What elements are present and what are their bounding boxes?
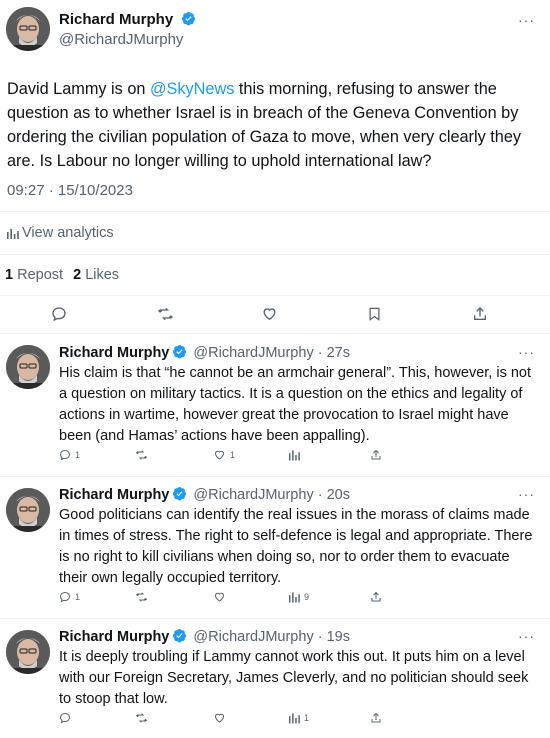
reply-icon bbox=[59, 712, 71, 724]
more-icon[interactable]: ··· bbox=[518, 12, 535, 28]
avatar[interactable] bbox=[6, 630, 50, 674]
repost-icon bbox=[136, 592, 147, 602]
mention-link[interactable]: @SkyNews bbox=[150, 80, 234, 98]
tweet-text-part: David Lammy is on bbox=[7, 80, 150, 98]
engagement-stats: 1 Repost 2 Likes bbox=[5, 267, 119, 283]
repost-button[interactable] bbox=[157, 306, 174, 322]
like-button[interactable] bbox=[261, 306, 278, 322]
like-icon bbox=[214, 592, 225, 602]
views-icon bbox=[289, 450, 300, 461]
reply-text: His claim is that “he cannot be an armch… bbox=[59, 365, 532, 444]
like-count: 1 bbox=[230, 450, 236, 460]
avatar-photo bbox=[6, 345, 50, 389]
divider bbox=[0, 333, 550, 334]
views-button[interactable]: 1 bbox=[289, 712, 309, 724]
avatar[interactable] bbox=[6, 488, 50, 532]
author-name[interactable]: Richard Murphy bbox=[59, 629, 169, 645]
like-icon bbox=[263, 308, 276, 321]
author-name[interactable]: Richard Murphy bbox=[59, 345, 169, 361]
like-button[interactable] bbox=[213, 712, 230, 724]
more-icon[interactable]: ··· bbox=[518, 628, 535, 644]
divider bbox=[0, 211, 550, 212]
reply-count: 1 bbox=[75, 450, 81, 460]
reposts-stat[interactable]: 1 Repost bbox=[5, 267, 63, 283]
reply-count: 1 bbox=[75, 592, 81, 602]
author-name[interactable]: Richard Murphy bbox=[59, 487, 169, 503]
divider bbox=[0, 254, 550, 255]
verified-badge-icon bbox=[173, 344, 187, 359]
repost-count: 1 bbox=[5, 267, 14, 283]
reply-icon bbox=[52, 307, 66, 322]
reply-text: It is deeply troubling if Lammy cannot w… bbox=[59, 649, 529, 707]
reply-icon bbox=[59, 449, 71, 461]
avatar[interactable] bbox=[6, 345, 50, 389]
reply-header: Richard Murphy @RichardJMurphy · 19s bbox=[59, 628, 350, 645]
reply-text: Good politicians can identify the real i… bbox=[59, 507, 533, 586]
repost-button[interactable] bbox=[135, 591, 152, 603]
share-button[interactable] bbox=[370, 712, 382, 724]
reply-button[interactable]: 1 bbox=[59, 591, 80, 603]
author-handle[interactable]: @RichardJMurphy bbox=[59, 31, 183, 48]
share-icon bbox=[371, 712, 381, 723]
handle-time[interactable]: @RichardJMurphy · 27s bbox=[193, 345, 350, 361]
share-icon bbox=[371, 591, 381, 602]
avatar[interactable] bbox=[6, 7, 50, 51]
bookmark-icon bbox=[369, 307, 380, 321]
analytics-icon bbox=[7, 229, 19, 239]
reply-button[interactable]: 1 bbox=[59, 449, 80, 461]
reply-header: Richard Murphy @RichardJMurphy · 27s bbox=[59, 344, 350, 361]
reply-button[interactable] bbox=[51, 306, 67, 322]
views-icon bbox=[289, 592, 300, 603]
tweet-timestamp[interactable]: 09:27 · 15/10/2023 bbox=[7, 182, 133, 199]
bookmark-button[interactable] bbox=[367, 306, 382, 322]
divider bbox=[0, 295, 550, 296]
tweet-text: David Lammy is on @SkyNews this morning,… bbox=[7, 77, 542, 173]
reply-header: Richard Murphy @RichardJMurphy · 20s bbox=[59, 486, 350, 503]
more-icon[interactable]: ··· bbox=[518, 344, 535, 360]
view-analytics-link[interactable]: View analytics bbox=[7, 225, 114, 241]
views-count: 9 bbox=[304, 592, 310, 602]
repost-icon bbox=[136, 713, 147, 723]
repost-icon bbox=[136, 450, 147, 460]
share-button[interactable] bbox=[472, 306, 488, 322]
verified-badge-icon bbox=[181, 11, 195, 26]
repost-icon bbox=[158, 308, 173, 320]
repost-label: Repost bbox=[17, 267, 64, 283]
divider bbox=[0, 618, 550, 619]
views-button[interactable] bbox=[289, 449, 304, 461]
reply-icon bbox=[59, 591, 71, 603]
like-button[interactable]: 1 bbox=[213, 449, 235, 461]
likes-stat[interactable]: 2 Likes bbox=[73, 267, 119, 283]
verified-badge-icon bbox=[173, 486, 187, 501]
author-name[interactable]: Richard Murphy bbox=[59, 11, 173, 28]
like-label: Likes bbox=[85, 267, 120, 283]
more-icon[interactable]: ··· bbox=[518, 486, 535, 502]
repost-button[interactable] bbox=[135, 712, 152, 724]
like-icon bbox=[214, 713, 225, 723]
views-button[interactable]: 9 bbox=[289, 591, 309, 603]
avatar-photo bbox=[6, 630, 50, 674]
handle-time[interactable]: @RichardJMurphy · 20s bbox=[193, 487, 350, 503]
share-button[interactable] bbox=[370, 449, 382, 461]
reply-button[interactable] bbox=[59, 712, 75, 724]
like-count: 2 bbox=[73, 267, 82, 283]
views-icon bbox=[289, 713, 300, 724]
divider bbox=[0, 476, 550, 477]
views-count: 1 bbox=[304, 713, 310, 723]
share-button[interactable] bbox=[370, 591, 382, 603]
like-icon bbox=[214, 450, 225, 460]
share-icon bbox=[371, 449, 381, 460]
handle-time[interactable]: @RichardJMurphy · 19s bbox=[193, 629, 350, 645]
avatar-photo bbox=[6, 7, 50, 51]
repost-button[interactable] bbox=[135, 449, 152, 461]
view-analytics-label: View analytics bbox=[22, 225, 114, 241]
share-icon bbox=[474, 307, 486, 320]
avatar-photo bbox=[6, 488, 50, 532]
like-button[interactable] bbox=[213, 591, 230, 603]
verified-badge-icon bbox=[173, 628, 187, 643]
